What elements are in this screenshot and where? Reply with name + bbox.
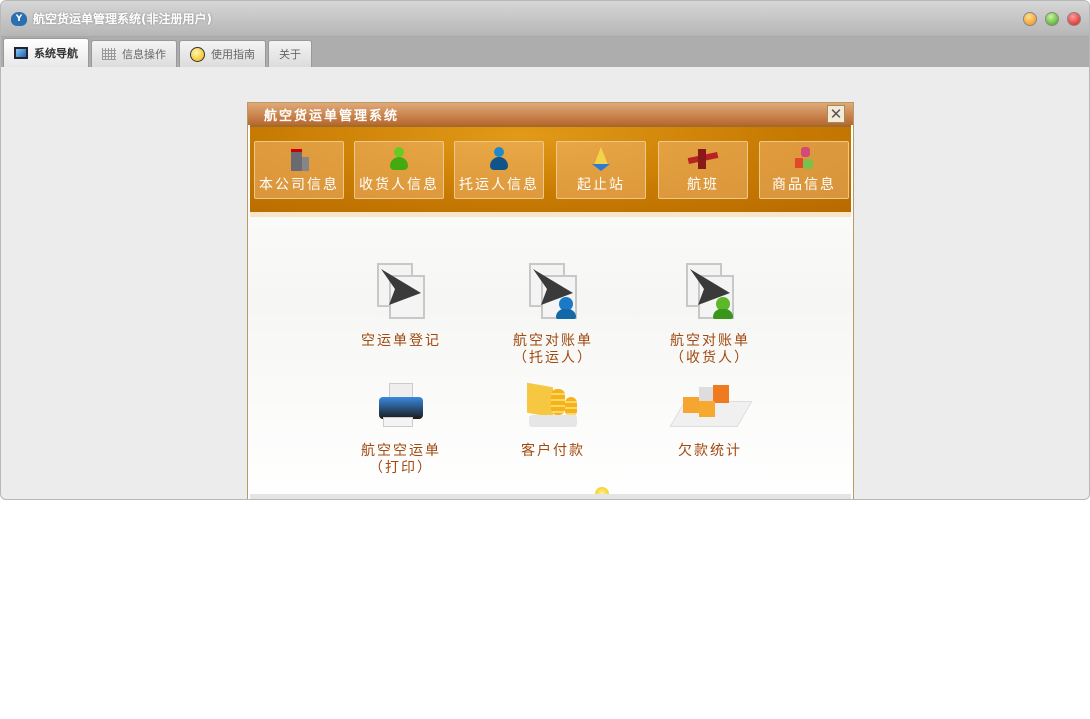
grid-icon	[102, 48, 116, 60]
payment-coins-icon	[523, 382, 583, 433]
function-sublabel: （托运人）	[513, 350, 593, 366]
toolbar: 本公司信息 收货人信息 托运人信息 起止站 航班 商品信息	[250, 125, 851, 217]
plane-document-user-icon	[523, 261, 583, 321]
statement-shipper-button[interactable]: 航空对账单 （托运人）	[488, 261, 618, 367]
function-sublabel: （打印）	[369, 460, 433, 476]
app-logo-icon: Y	[11, 11, 27, 26]
window-title: 航空货运单管理系统(非注册用户)	[33, 12, 212, 26]
function-label: 空运单登记	[361, 333, 441, 349]
arrears-statistics-button[interactable]: 欠款统计	[645, 383, 775, 460]
title-bar: Y 航空货运单管理系统(非注册用户)	[1, 1, 1089, 37]
horizontal-scrollbar[interactable]	[250, 494, 851, 499]
tab-guide[interactable]: 使用指南	[179, 40, 266, 67]
maximize-button[interactable]	[1045, 12, 1059, 26]
user-green-icon	[388, 147, 410, 171]
monitor-icon	[14, 47, 28, 59]
plane-document-icon	[371, 261, 431, 321]
tab-label: 关于	[279, 48, 301, 61]
boxes-report-icon	[669, 383, 753, 433]
printer-icon	[371, 383, 431, 433]
statement-consignee-button[interactable]: 航空对账单 （收货人）	[645, 261, 775, 367]
products-info-button[interactable]: 商品信息	[759, 141, 849, 199]
toolbar-label: 本公司信息	[259, 177, 339, 193]
tab-info-ops[interactable]: 信息操作	[91, 40, 177, 67]
company-info-button[interactable]: 本公司信息	[254, 141, 344, 199]
building-icon	[288, 147, 310, 171]
tab-system-nav[interactable]: 系统导航	[3, 38, 89, 67]
app-window: Y 航空货运单管理系统(非注册用户) 系统导航 信息操作 使用指南 关于 航空货…	[0, 0, 1090, 500]
panel-title: 航空货运单管理系统	[248, 103, 853, 125]
tab-bar: 系统导航 信息操作 使用指南 关于	[1, 37, 1089, 67]
customer-payment-button[interactable]: 客户付款	[488, 382, 618, 460]
main-panel: 航空货运单管理系统 ✕ 本公司信息 收货人信息 托运人信息 起止站 航班 商品信…	[247, 102, 854, 499]
toolbar-label: 商品信息	[772, 177, 836, 193]
plane-document-user-icon	[680, 261, 740, 321]
panel-close-button[interactable]: ✕	[827, 105, 845, 123]
function-sublabel: （收货人）	[670, 350, 750, 366]
help-icon	[190, 46, 205, 62]
toolbar-label: 收货人信息	[359, 177, 439, 193]
minimize-button[interactable]	[1023, 12, 1037, 26]
stations-button[interactable]: 起止站	[556, 141, 646, 199]
shipper-info-button[interactable]: 托运人信息	[454, 141, 544, 199]
tab-about[interactable]: 关于	[268, 40, 312, 67]
function-label: 客户付款	[521, 443, 585, 459]
cone-icon	[590, 147, 612, 171]
consignee-info-button[interactable]: 收货人信息	[354, 141, 444, 199]
close-window-button[interactable]	[1067, 12, 1081, 26]
tab-label: 使用指南	[211, 48, 255, 61]
products-icon	[793, 147, 815, 171]
tab-label: 信息操作	[122, 48, 166, 61]
function-label: 航空对账单	[670, 333, 750, 349]
toolbar-label: 起止站	[577, 177, 625, 193]
function-label: 航空空运单	[361, 443, 441, 459]
flights-button[interactable]: 航班	[658, 141, 748, 199]
print-waybill-button[interactable]: 航空空运单 （打印）	[336, 383, 466, 477]
toolbar-label: 托运人信息	[459, 177, 539, 193]
airplane-icon	[687, 147, 719, 171]
function-label: 航空对账单	[513, 333, 593, 349]
waybill-register-button[interactable]: 空运单登记	[336, 261, 466, 350]
user-blue-icon	[488, 147, 510, 171]
toolbar-label: 航班	[687, 177, 719, 193]
tab-label: 系统导航	[34, 47, 78, 60]
function-label: 欠款统计	[678, 443, 742, 459]
